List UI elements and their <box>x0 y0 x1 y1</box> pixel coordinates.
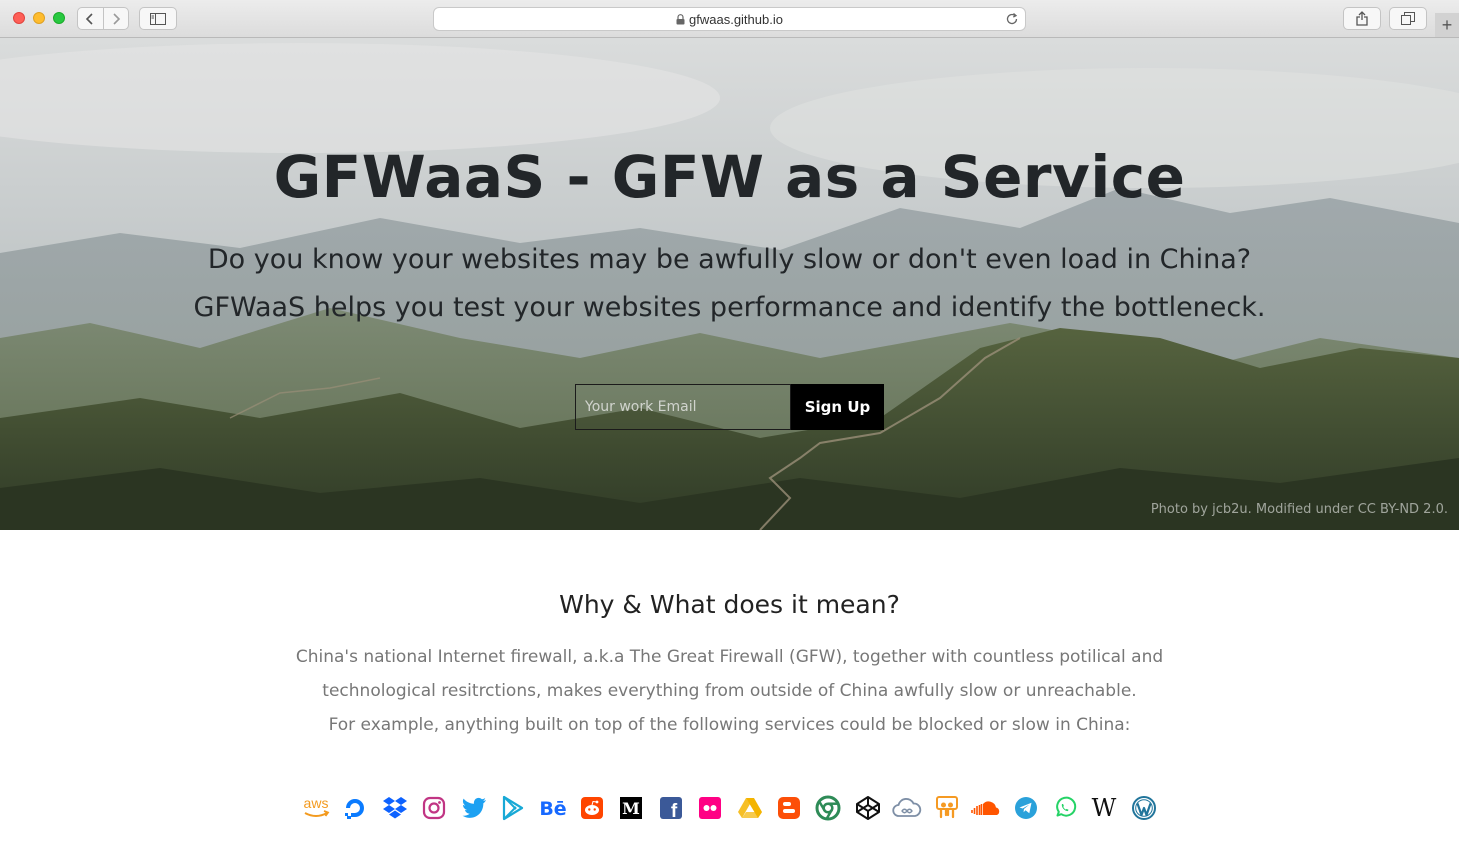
facebook-icon: f <box>655 792 687 824</box>
aws-icon: aws <box>300 792 332 824</box>
telegram-icon <box>1010 792 1042 824</box>
sidebar-icon <box>150 12 166 25</box>
description-line-2: technological resitrctions, makes everyt… <box>322 681 1137 701</box>
section-title: Why & What does it mean? <box>559 590 900 619</box>
share-icon <box>1356 11 1368 26</box>
signup-form: Sign Up <box>575 384 884 430</box>
new-tab-button[interactable]: + <box>1435 13 1459 37</box>
reddit-icon <box>576 792 608 824</box>
browser-toolbar: gfwaas.github.io + <box>0 0 1459 38</box>
google-play-icon <box>497 792 529 824</box>
zoom-window-button[interactable] <box>53 12 65 24</box>
google-drive-icon <box>734 792 766 824</box>
hero-title: GFWaaS - GFW as a Service <box>273 143 1186 211</box>
plus-icon: + <box>1441 14 1453 35</box>
tabs-overview-icon <box>1401 12 1415 25</box>
share-button[interactable] <box>1343 7 1381 30</box>
twitter-icon <box>458 792 490 824</box>
chrome-icon <box>812 792 844 824</box>
behance-label: Bē <box>539 798 566 820</box>
hero-subtitle-line-1: Do you know your websites may be awfully… <box>207 244 1252 275</box>
sign-up-button[interactable]: Sign Up <box>791 384 884 430</box>
digitalocean-icon <box>339 792 371 824</box>
medium-label: M <box>623 799 641 818</box>
tabs-overview-button[interactable] <box>1389 7 1427 30</box>
url-text: gfwaas.github.io <box>689 11 783 27</box>
lock-icon <box>676 13 685 25</box>
behance-icon: Bē <box>537 792 569 824</box>
codepen-icon <box>852 792 884 824</box>
whatsapp-icon <box>1049 792 1081 824</box>
service-icons-row: aws Bē M f W <box>300 792 1160 824</box>
back-button[interactable] <box>78 8 103 29</box>
soundcloud-icon <box>970 792 1002 824</box>
hero-section: GFWaaS - GFW as a Service Do you know yo… <box>0 38 1459 530</box>
aws-label: aws <box>304 795 329 811</box>
email-field[interactable] <box>575 384 791 430</box>
wikipedia-icon: W <box>1088 792 1120 824</box>
photo-credit: Photo by jcb2u. Modified under CC BY-ND … <box>1150 502 1448 517</box>
facebook-label: f <box>671 801 678 820</box>
instagram-icon <box>418 792 450 824</box>
wikipedia-label: W <box>1092 795 1117 821</box>
forward-button[interactable] <box>102 8 129 29</box>
flickr-icon <box>694 792 726 824</box>
history-navigation <box>77 7 129 30</box>
slideshare-icon <box>931 792 963 824</box>
description-line-1: China's national Internet firewall, a.k.… <box>295 647 1164 667</box>
chevron-right-icon <box>113 12 120 25</box>
chevron-left-icon <box>86 12 93 25</box>
section-description: China's national Internet firewall, a.k.… <box>280 640 1179 742</box>
reload-icon[interactable] <box>1005 12 1019 29</box>
sidebar-toggle-button[interactable] <box>139 7 177 30</box>
description-line-3: For example, anything built on top of th… <box>328 715 1131 735</box>
close-window-button[interactable] <box>13 12 25 24</box>
cloud-icon <box>891 792 923 824</box>
dropbox-icon <box>379 792 411 824</box>
address-bar[interactable]: gfwaas.github.io <box>433 7 1026 31</box>
hero-subtitle-line-2: GFWaaS helps you test your websites perf… <box>193 292 1266 323</box>
great-wall-background-image <box>0 38 1459 530</box>
minimize-window-button[interactable] <box>33 12 45 24</box>
medium-icon: M <box>615 792 647 824</box>
blogger-icon <box>773 792 805 824</box>
wordpress-icon <box>1128 792 1160 824</box>
